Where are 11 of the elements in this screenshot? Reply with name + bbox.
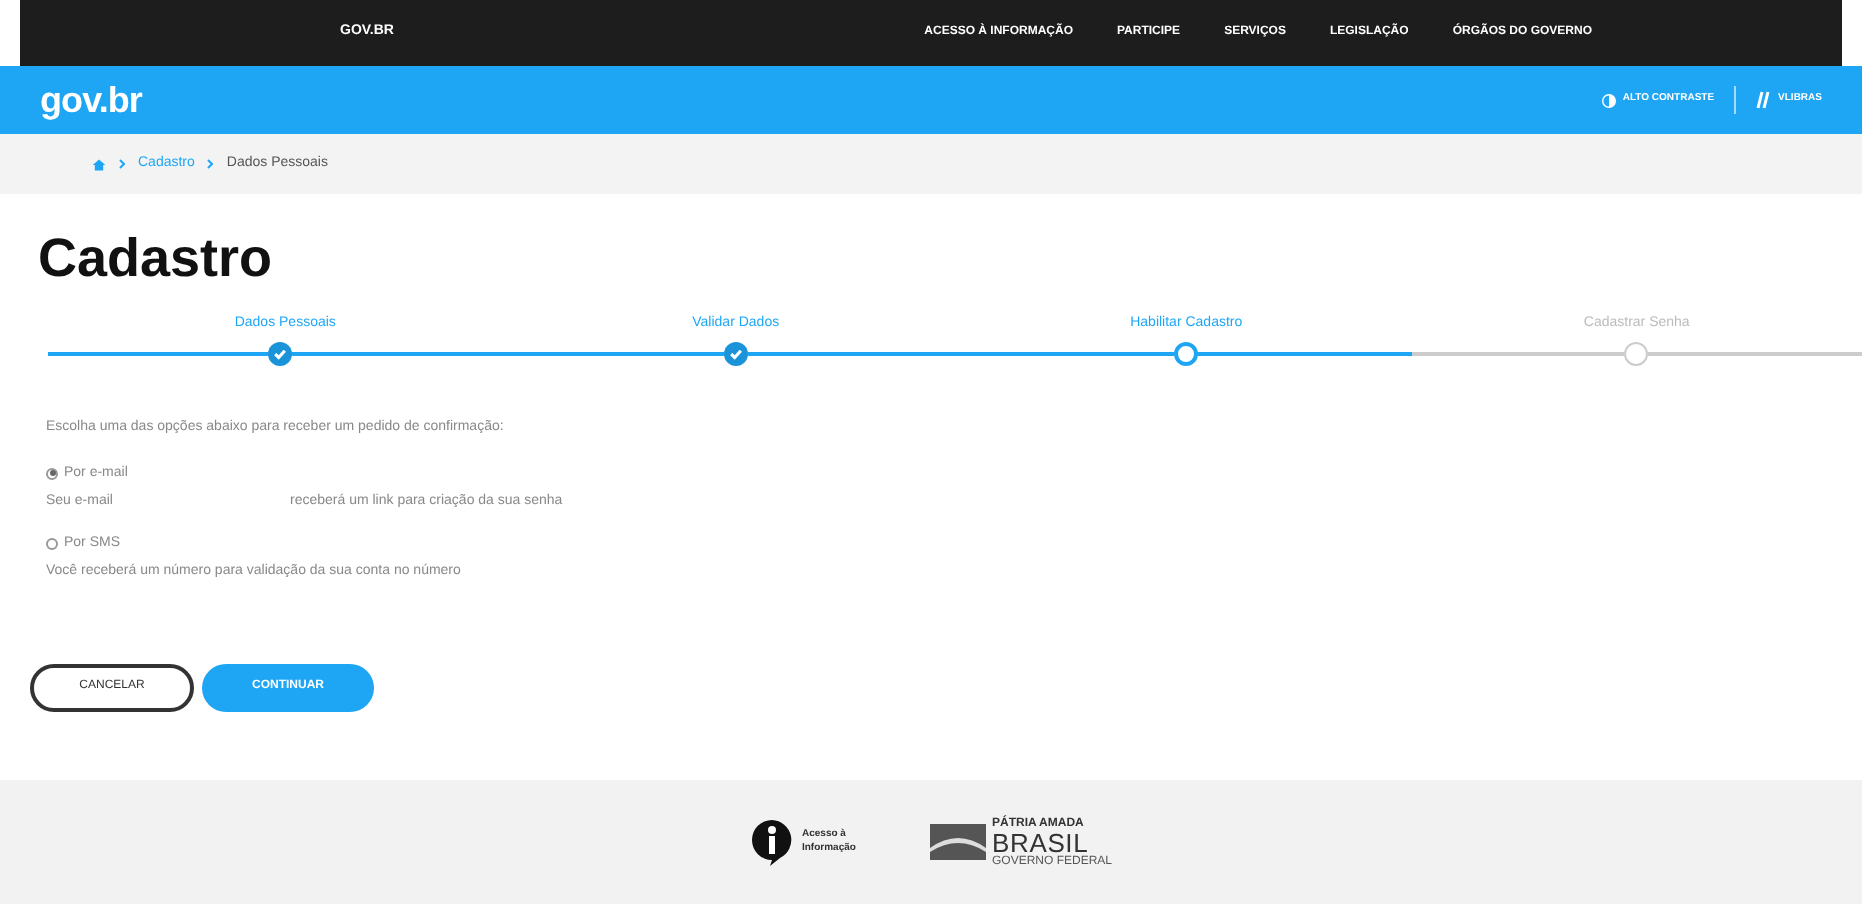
- radio-button[interactable]: [46, 537, 58, 550]
- flag-emblem-icon: [929, 824, 986, 860]
- chevron-icon: [206, 158, 215, 170]
- hand-icon: [1756, 90, 1773, 110]
- chevron-icon: [118, 158, 126, 170]
- country-text: BRASIL: [991, 829, 1089, 855]
- page-title: Cadastro: [38, 226, 275, 292]
- home-icon[interactable]: [92, 157, 106, 171]
- info-icon: [749, 818, 794, 866]
- contrast-icon: [1602, 93, 1617, 107]
- radio-button[interactable]: [46, 467, 58, 480]
